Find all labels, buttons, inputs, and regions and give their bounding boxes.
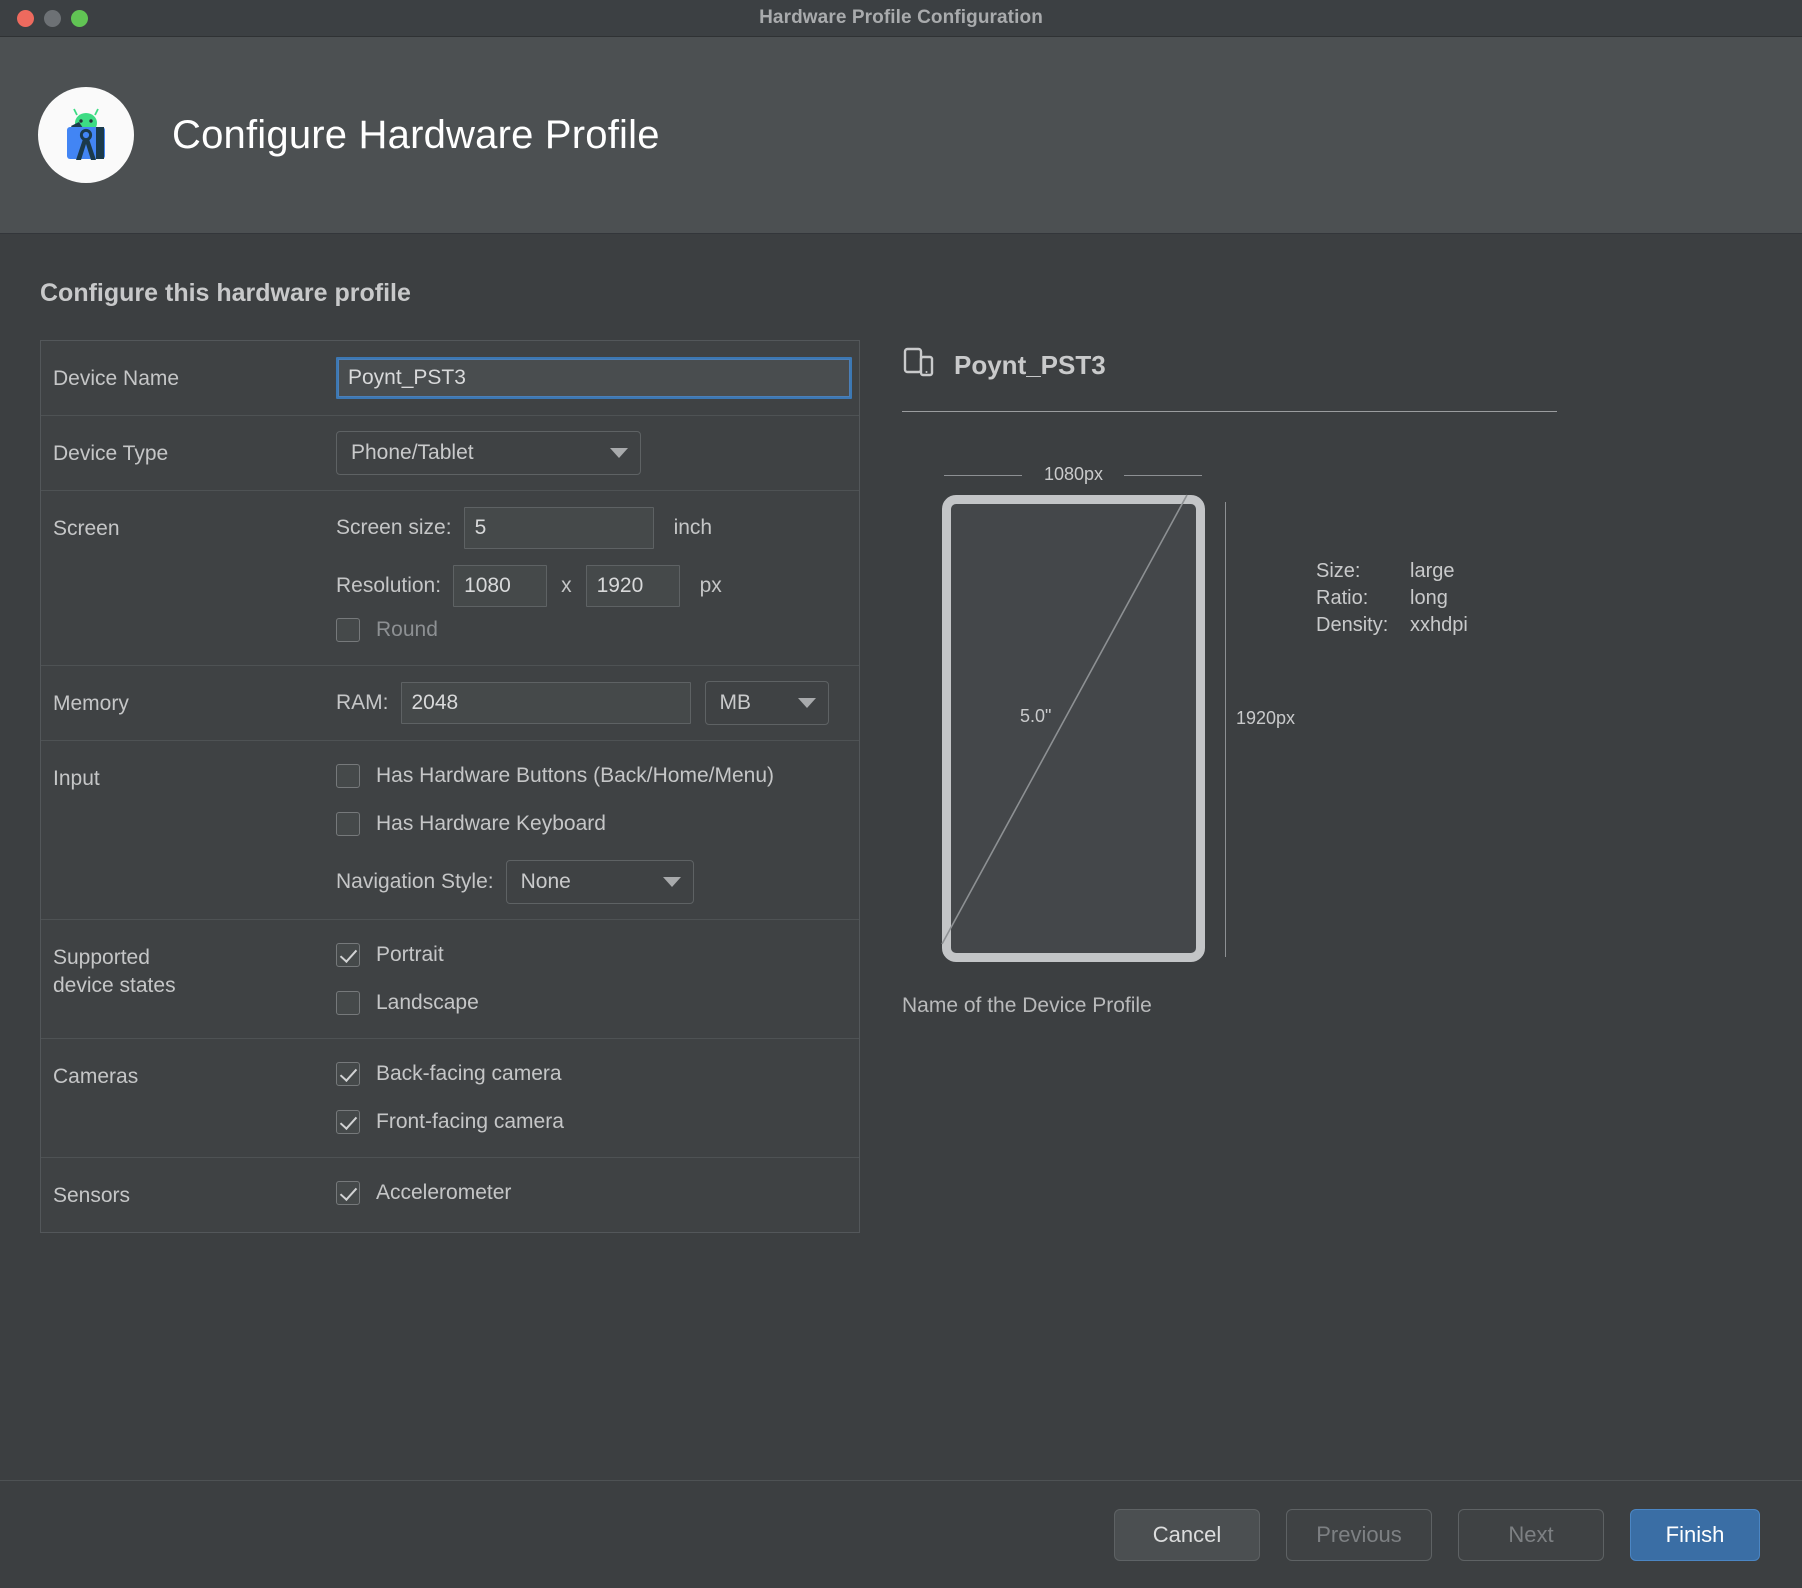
- navigation-style-label: Navigation Style:: [336, 870, 494, 893]
- device-type-select[interactable]: Phone/Tablet: [336, 431, 641, 475]
- portrait-checkbox[interactable]: [336, 943, 360, 967]
- back-camera-row[interactable]: Back-facing camera: [336, 1053, 847, 1095]
- resolution-height-input[interactable]: [585, 565, 680, 607]
- section-title: Configure this hardware profile: [40, 279, 411, 307]
- wizard-body: Configure this hardware profile Device N…: [0, 234, 1802, 1480]
- spec-value-density: xxhdpi: [1410, 614, 1468, 636]
- resolution-width-input[interactable]: [453, 565, 548, 607]
- form-row-cameras: Cameras Back-facing camera Front-facing …: [41, 1039, 859, 1158]
- form-row-screen: Screen Screen size: inch Resolution: x p…: [41, 491, 859, 666]
- accelerometer-checkbox[interactable]: [336, 1181, 360, 1205]
- spec-key-density: Density:: [1316, 614, 1389, 636]
- round-checkbox-row[interactable]: Round: [336, 609, 847, 651]
- navigation-style-select[interactable]: None: [505, 860, 694, 904]
- form-row-device-name: Device Name: [41, 341, 859, 416]
- hardware-buttons-checkbox[interactable]: [336, 764, 360, 788]
- device-type-value: Phone/Tablet: [351, 441, 474, 464]
- device-name-label: Device Name: [53, 367, 180, 390]
- memory-label: Memory: [53, 692, 129, 715]
- navigation-style-value: None: [520, 870, 571, 893]
- height-guide: [1225, 502, 1226, 957]
- form-row-input: Input Has Hardware Buttons (Back/Home/Me…: [41, 741, 859, 920]
- width-label: 1080px: [1043, 464, 1104, 484]
- preview-footnote: Name of the Device Profile: [902, 994, 1152, 1017]
- device-name-input[interactable]: [336, 357, 852, 399]
- landscape-checkbox[interactable]: [336, 991, 360, 1015]
- round-label: Round: [376, 618, 438, 641]
- screen-label: Screen: [53, 517, 120, 540]
- hardware-profile-form: Device Name Device Type Phone/Tablet: [40, 340, 860, 1233]
- front-camera-label: Front-facing camera: [376, 1110, 564, 1133]
- diagonal-label: 5.0": [1020, 706, 1052, 726]
- wizard-footer: Cancel Previous Next Finish: [0, 1480, 1802, 1588]
- device-type-label: Device Type: [53, 442, 169, 465]
- spec-row-size: Size: large: [1316, 558, 1468, 585]
- ram-label: RAM:: [336, 691, 389, 714]
- hardware-keyboard-row[interactable]: Has Hardware Keyboard: [336, 803, 847, 845]
- chevron-down-icon: [662, 877, 681, 887]
- spec-row-ratio: Ratio: long: [1316, 585, 1468, 612]
- ram-unit-select[interactable]: MB: [704, 681, 829, 725]
- page-title: Configure Hardware Profile: [172, 112, 660, 157]
- screen-size-input[interactable]: [463, 507, 654, 549]
- chevron-down-icon: [610, 448, 628, 458]
- spec-key-ratio: Ratio:: [1316, 587, 1369, 609]
- device-spec-list: Size: large Ratio: long Density: xxhdpi: [1316, 558, 1468, 639]
- device-states-label-line2: device states: [53, 973, 176, 997]
- resolution-unit-label: px: [699, 574, 722, 597]
- hardware-buttons-row[interactable]: Has Hardware Buttons (Back/Home/Menu): [336, 755, 847, 797]
- hardware-keyboard-label: Has Hardware Keyboard: [376, 812, 606, 835]
- window-title: Hardware Profile Configuration: [759, 7, 1043, 28]
- input-label: Input: [53, 767, 100, 790]
- accelerometer-label: Accelerometer: [376, 1181, 512, 1204]
- spec-value-ratio: long: [1410, 587, 1448, 609]
- chevron-down-icon: [797, 698, 816, 708]
- finish-button[interactable]: Finish: [1630, 1508, 1760, 1561]
- front-camera-checkbox[interactable]: [336, 1110, 360, 1134]
- diagonal-line: [941, 494, 1188, 945]
- hardware-buttons-label: Has Hardware Buttons (Back/Home/Menu): [376, 764, 774, 787]
- device-states-label: Supported device states: [53, 920, 336, 999]
- landscape-row[interactable]: Landscape: [336, 982, 847, 1024]
- form-row-sensors: Sensors Accelerometer: [41, 1158, 859, 1232]
- cameras-label: Cameras: [53, 1065, 139, 1088]
- back-camera-label: Back-facing camera: [376, 1062, 562, 1085]
- ram-input[interactable]: [400, 682, 691, 724]
- form-row-device-states: Supported device states Portrait Landsca…: [41, 920, 859, 1039]
- spec-row-density: Density: xxhdpi: [1316, 612, 1468, 639]
- device-preview-panel: Poynt_PST3 1080px 5.0" 1920px Size: larg…: [860, 340, 1762, 1018]
- previous-button[interactable]: Previous: [1286, 1508, 1432, 1561]
- resolution-separator: x: [561, 574, 572, 597]
- portrait-label: Portrait: [376, 943, 444, 966]
- spec-value-size: large: [1410, 560, 1455, 582]
- next-button[interactable]: Next: [1458, 1508, 1604, 1561]
- resolution-label: Resolution:: [336, 574, 442, 597]
- ram-unit-value: MB: [719, 691, 752, 714]
- cancel-button[interactable]: Cancel: [1114, 1508, 1260, 1561]
- back-camera-checkbox[interactable]: [336, 1062, 360, 1086]
- wizard-header: Configure Hardware Profile: [0, 37, 1802, 234]
- preview-device-name: Poynt_PST3: [954, 350, 1106, 380]
- landscape-label: Landscape: [376, 991, 479, 1014]
- android-studio-icon: [38, 87, 134, 183]
- device-states-label-line1: Supported: [53, 946, 150, 969]
- round-checkbox[interactable]: [336, 618, 360, 642]
- screen-size-label: Screen size:: [336, 516, 452, 539]
- form-row-device-type: Device Type Phone/Tablet: [41, 416, 859, 491]
- accelerometer-row[interactable]: Accelerometer: [336, 1172, 847, 1214]
- sensors-label: Sensors: [53, 1184, 131, 1207]
- screen-size-unit-label: inch: [673, 516, 713, 539]
- height-label: 1920px: [1236, 708, 1296, 728]
- preview-divider: [902, 411, 1557, 412]
- device-dimension-diagram: 1080px 5.0" 1920px Size: large Ratio: lo…: [902, 450, 1562, 980]
- portrait-row[interactable]: Portrait: [336, 934, 847, 976]
- form-row-memory: Memory RAM: MB: [41, 666, 859, 741]
- spec-key-size: Size:: [1316, 560, 1361, 582]
- front-camera-row[interactable]: Front-facing camera: [336, 1101, 847, 1143]
- window-titlebar: Hardware Profile Configuration: [0, 0, 1802, 37]
- hardware-keyboard-checkbox[interactable]: [336, 812, 360, 836]
- device-preview-icon: [902, 346, 936, 385]
- preview-header: Poynt_PST3: [902, 346, 1762, 385]
